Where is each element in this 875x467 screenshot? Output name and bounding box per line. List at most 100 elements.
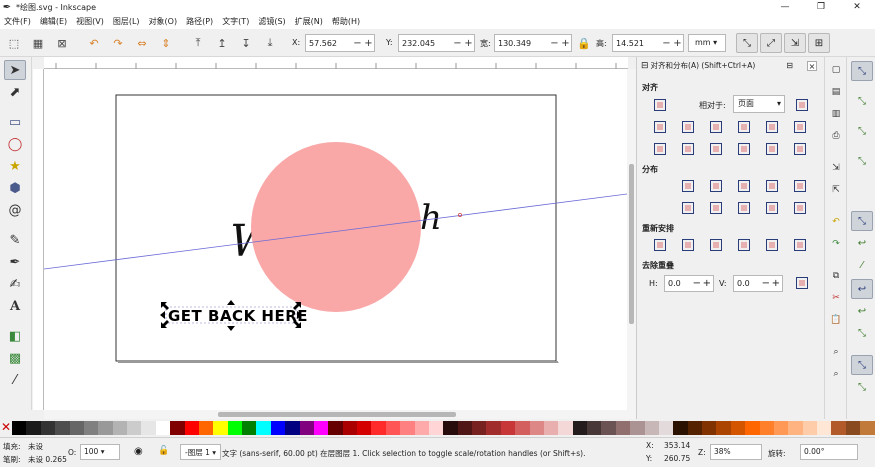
snap-nodes-icon[interactable]: ⤡: [851, 211, 873, 231]
snap-centers-icon[interactable]: ⤡: [851, 355, 873, 375]
new-document-icon[interactable]: ▢: [828, 62, 844, 78]
height-increment-button[interactable]: +: [672, 38, 683, 49]
palette-swatch[interactable]: [112, 421, 127, 435]
palette-swatch[interactable]: [40, 421, 56, 435]
align-bottom-edges-icon[interactable]: [735, 140, 753, 158]
palette-swatch[interactable]: [55, 421, 70, 435]
pen-tool-icon[interactable]: ✒: [4, 252, 26, 272]
palette-swatch[interactable]: [12, 421, 27, 435]
palette-swatch[interactable]: [687, 421, 702, 435]
select-all-layers-icon[interactable]: ▦: [30, 35, 46, 51]
h-gap-increment-button[interactable]: +: [703, 276, 711, 291]
center-vertical-axis-icon[interactable]: [707, 118, 725, 136]
y-field[interactable]: 232.045 − +: [398, 34, 475, 52]
menu-help[interactable]: 帮助(H): [332, 16, 360, 27]
palette-swatch[interactable]: [615, 421, 631, 435]
move-gradients-icon[interactable]: ⇲: [784, 33, 806, 53]
dropper-tool-icon[interactable]: ⁄: [4, 370, 26, 390]
remove-overlaps-icon[interactable]: [793, 274, 811, 292]
menu-filters[interactable]: 滤镜(S): [258, 16, 285, 27]
align-baseline-anchors-icon[interactable]: [791, 118, 809, 136]
palette-swatch[interactable]: [572, 421, 587, 435]
exchange-z-order-icon[interactable]: [707, 236, 725, 254]
palette-swatch[interactable]: [730, 421, 746, 435]
horizontal-scrollbar[interactable]: [44, 410, 636, 419]
treat-selection-as-group-icon[interactable]: [651, 96, 669, 114]
y-decrement-button[interactable]: −: [452, 38, 463, 49]
exchange-clockwise-icon[interactable]: [735, 236, 753, 254]
flip-vertical-icon[interactable]: ⇕: [158, 35, 174, 51]
distribute-baselines-horizontal-icon[interactable]: [791, 177, 809, 195]
unclump-icon[interactable]: [791, 236, 809, 254]
palette-swatch[interactable]: [587, 421, 602, 435]
exchange-positions-icon[interactable]: [679, 236, 697, 254]
lower-to-bottom-icon[interactable]: ⤓: [262, 35, 278, 51]
distribute-top-edges-icon[interactable]: [679, 199, 697, 217]
palette-swatch[interactable]: [227, 421, 242, 435]
menu-path[interactable]: 路径(P): [186, 16, 213, 27]
palette-swatch[interactable]: [773, 421, 789, 435]
palette-swatch[interactable]: [845, 421, 861, 435]
palette-swatch[interactable]: [98, 421, 113, 435]
get-back-here-text[interactable]: GET BACK HERE: [168, 307, 308, 325]
distribute-centers-horizontal-icon[interactable]: [707, 177, 725, 195]
lower-icon[interactable]: ↧: [238, 35, 254, 51]
selector-tool-icon[interactable]: ➤: [4, 60, 26, 80]
ellipse-tool-icon[interactable]: ◯: [4, 134, 26, 154]
import-icon[interactable]: ⇲: [828, 160, 844, 176]
palette-swatch[interactable]: [371, 421, 386, 435]
node-tool-icon[interactable]: ⬈: [4, 82, 26, 102]
spiral-tool-icon[interactable]: @: [4, 200, 26, 220]
vertical-scrollbar[interactable]: [627, 69, 636, 410]
palette-swatch[interactable]: [644, 421, 659, 435]
rectangle-tool-icon[interactable]: ▭: [4, 112, 26, 132]
palette-swatch[interactable]: [414, 421, 429, 435]
palette-swatch[interactable]: [817, 421, 832, 435]
palette-swatch[interactable]: [256, 421, 271, 435]
scale-corners-icon[interactable]: ⤢: [760, 33, 782, 53]
palette-swatch[interactable]: [69, 421, 84, 435]
palette-swatch[interactable]: [141, 421, 156, 435]
unit-select[interactable]: mm ▾: [688, 34, 726, 52]
dialog-menu-icon[interactable]: ⊟: [786, 61, 793, 70]
raise-to-top-icon[interactable]: ⤒: [190, 35, 206, 51]
scale-stroke-icon[interactable]: ⤡: [736, 33, 758, 53]
vertical-scroll-thumb[interactable]: [629, 164, 634, 324]
menu-view[interactable]: 视图(V): [76, 16, 104, 27]
cut-icon[interactable]: ✂: [828, 290, 844, 306]
menu-file[interactable]: 文件(F): [4, 16, 31, 27]
palette-swatch[interactable]: [673, 421, 688, 435]
opacity-field[interactable]: 100 ▾: [80, 444, 120, 460]
palette-swatch[interactable]: [860, 421, 875, 435]
snap-cusp-nodes-icon[interactable]: ↩: [851, 279, 873, 299]
palette-swatch[interactable]: [702, 421, 717, 435]
pencil-tool-icon[interactable]: ✎: [4, 230, 26, 250]
palette-swatch[interactable]: [658, 421, 674, 435]
snap-bbox-icon[interactable]: ⤡: [851, 91, 873, 111]
move-selection-icon[interactable]: [793, 96, 811, 114]
palette-swatch[interactable]: [515, 421, 530, 435]
snap-bbox-edge-icon[interactable]: ⤡: [851, 121, 873, 141]
open-file-icon[interactable]: ▤: [828, 84, 844, 100]
palette-swatch[interactable]: [500, 421, 516, 435]
palette-swatch[interactable]: [184, 421, 199, 435]
no-paint-swatch-icon[interactable]: ✕: [0, 419, 12, 437]
snap-bbox-corner-icon[interactable]: ⤡: [851, 151, 873, 171]
x-field[interactable]: 57.562 − +: [305, 34, 375, 52]
mesh-tool-icon[interactable]: ▩: [4, 348, 26, 368]
align-bottom-to-top-icon[interactable]: [651, 140, 669, 158]
width-decrement-button[interactable]: −: [549, 38, 560, 49]
distribute-gaps-vertical-icon[interactable]: [763, 199, 781, 217]
redo-icon[interactable]: ↷: [828, 236, 844, 252]
relative-to-select[interactable]: 页面: [733, 95, 785, 113]
palette-swatch[interactable]: [716, 421, 731, 435]
palette-swatch[interactable]: [299, 421, 314, 435]
height-field[interactable]: 14.521 − +: [612, 34, 684, 52]
print-icon[interactable]: ⎙: [828, 128, 844, 144]
calligraphy-tool-icon[interactable]: ✍: [4, 274, 26, 294]
select-all-icon[interactable]: ⬚: [6, 35, 22, 51]
rotate-cw-icon[interactable]: ↷: [110, 35, 126, 51]
current-layer-select[interactable]: -图层 1 ▾: [180, 444, 222, 460]
palette-swatch[interactable]: [385, 421, 401, 435]
align-right-edges-icon[interactable]: [735, 118, 753, 136]
